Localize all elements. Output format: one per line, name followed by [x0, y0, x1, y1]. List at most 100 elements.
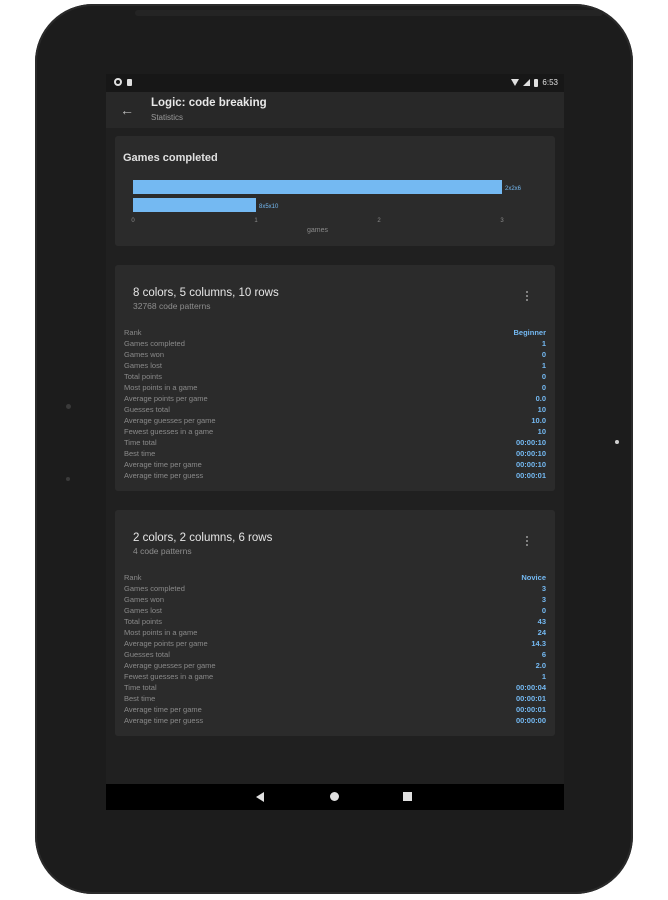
stat-row: Fewest guesses in a game 10: [124, 426, 546, 437]
stat-label: Guesses total: [124, 650, 170, 659]
stats-list: Rank Novice Games completed 3 Games won 3 Game…: [124, 572, 546, 726]
more-options-icon[interactable]: [525, 536, 529, 546]
stat-value: 3: [541, 595, 546, 604]
side-button: [66, 477, 70, 481]
stat-value: 10: [537, 427, 546, 436]
stat-value: 0: [541, 350, 546, 359]
stat-row: Time total 00:00:10: [124, 437, 546, 448]
app-title: Logic: code breaking: [151, 97, 267, 109]
stat-row: Guesses total 6: [124, 649, 546, 660]
stat-row: Rank Novice: [124, 572, 546, 583]
stat-row: Games lost 0: [124, 605, 546, 616]
bar-label: 2x2x6: [505, 186, 522, 192]
wifi-icon: [511, 79, 520, 86]
stat-value: 2.0: [535, 661, 546, 670]
stat-label: Guesses total: [124, 405, 170, 414]
stat-value: Novice: [521, 573, 546, 582]
more-options-icon[interactable]: [525, 291, 529, 301]
stats-card-title: 8 colors, 5 columns, 10 rows: [133, 287, 279, 299]
nav-back-icon[interactable]: [256, 792, 264, 802]
stat-row: Average time per game 00:00:01: [124, 704, 546, 715]
nav-home-icon[interactable]: [330, 792, 339, 801]
stat-row: Most points in a game 24: [124, 627, 546, 638]
stat-label: Rank: [124, 573, 142, 582]
stat-row: Average time per guess 00:00:00: [124, 715, 546, 726]
stat-value: 10.0: [531, 416, 546, 425]
stat-label: Games won: [124, 350, 165, 359]
stat-value: 14.3: [531, 639, 546, 648]
stat-label: Fewest guesses in a game: [124, 427, 214, 436]
screen: 6:53 ← Logic: code breaking Statistics G…: [106, 74, 564, 810]
device-top-edge: [135, 10, 603, 16]
stat-label: Time total: [124, 438, 157, 447]
bar-label: 8x5x10: [259, 204, 279, 210]
stats-list: Rank Beginner Games completed 1 Games won 0 Ga…: [124, 327, 546, 481]
stat-value: 24: [537, 628, 546, 637]
stat-label: Best time: [124, 694, 156, 703]
stat-value: 3: [541, 584, 546, 593]
stat-row: Best time 00:00:10: [124, 448, 546, 459]
stats-card: 2 colors, 2 columns, 6 rows 4 code patte…: [115, 510, 555, 736]
stat-label: Most points in a game: [124, 383, 198, 392]
stat-label: Games completed: [124, 584, 185, 593]
camera-icon: [615, 440, 619, 444]
app-subtitle: Statistics: [151, 113, 184, 122]
stat-value: 00:00:10: [515, 460, 546, 469]
games-completed-chart: 2x2x6 8x5x10 0 1 2 3 games: [131, 180, 522, 234]
stat-value: 0: [541, 383, 546, 392]
battery-icon: [534, 78, 539, 87]
stat-label: Average time per guess: [124, 716, 204, 725]
stat-label: Games completed: [124, 339, 185, 348]
stats-card-subtitle: 32768 code patterns: [133, 301, 211, 311]
stat-row: Average points per game 14.3: [124, 638, 546, 649]
stat-label: Time total: [124, 683, 157, 692]
x-tick-label: 3: [500, 218, 504, 224]
stat-label: Average points per game: [124, 394, 208, 403]
stat-value: 1: [541, 339, 546, 348]
back-arrow-icon[interactable]: ←: [120, 103, 134, 117]
stat-value: 00:00:01: [515, 705, 546, 714]
stat-value: 00:00:10: [515, 438, 546, 447]
stat-label: Average guesses per game: [124, 661, 216, 670]
stat-label: Average time per game: [124, 705, 202, 714]
app-bar: ← Logic: code breaking Statistics: [106, 92, 564, 128]
stat-row: Average time per game 00:00:10: [124, 459, 546, 470]
stat-label: Most points in a game: [124, 628, 198, 637]
navigation-bar: [106, 784, 564, 810]
stat-row: Fewest guesses in a game 1: [124, 671, 546, 682]
stats-card-title: 2 colors, 2 columns, 6 rows: [133, 532, 273, 544]
stat-value: 00:00:01: [515, 694, 546, 703]
signal-icon: [523, 79, 531, 86]
stats-card: 8 colors, 5 columns, 10 rows 32768 code …: [115, 265, 555, 491]
stat-value: 00:00:10: [515, 449, 546, 458]
stat-row: Time total 00:00:04: [124, 682, 546, 693]
stat-label: Average points per game: [124, 639, 208, 648]
stat-row: Total points 0: [124, 371, 546, 382]
stat-value: 43: [537, 617, 546, 626]
x-tick-label: 0: [131, 218, 135, 224]
stat-value: Beginner: [513, 328, 546, 337]
stat-row: Average points per game 0.0: [124, 393, 546, 404]
stat-value: 0.0: [535, 394, 546, 403]
x-tick-label: 1: [254, 218, 258, 224]
stat-value: 1: [541, 672, 546, 681]
chart-bar: [133, 180, 502, 194]
nav-recents-icon[interactable]: [403, 792, 412, 801]
stat-value: 00:00:04: [515, 683, 546, 692]
stat-value: 0: [541, 606, 546, 615]
stat-label: Rank: [124, 328, 142, 337]
stat-row: Most points in a game 0: [124, 382, 546, 393]
stat-label: Average guesses per game: [124, 416, 216, 425]
stat-value: 00:00:01: [515, 471, 546, 480]
stat-value: 1: [541, 361, 546, 370]
stat-label: Games lost: [124, 361, 162, 370]
stat-row: Games lost 1: [124, 360, 546, 371]
stat-row: Average guesses per game 10.0: [124, 415, 546, 426]
stats-card-subtitle: 4 code patterns: [133, 546, 192, 556]
stat-row: Games won 3: [124, 594, 546, 605]
stat-row: Guesses total 10: [124, 404, 546, 415]
chart-bar: [133, 198, 256, 212]
stat-label: Total points: [124, 617, 162, 626]
stat-row: Rank Beginner: [124, 327, 546, 338]
stat-value: 00:00:00: [515, 716, 546, 725]
